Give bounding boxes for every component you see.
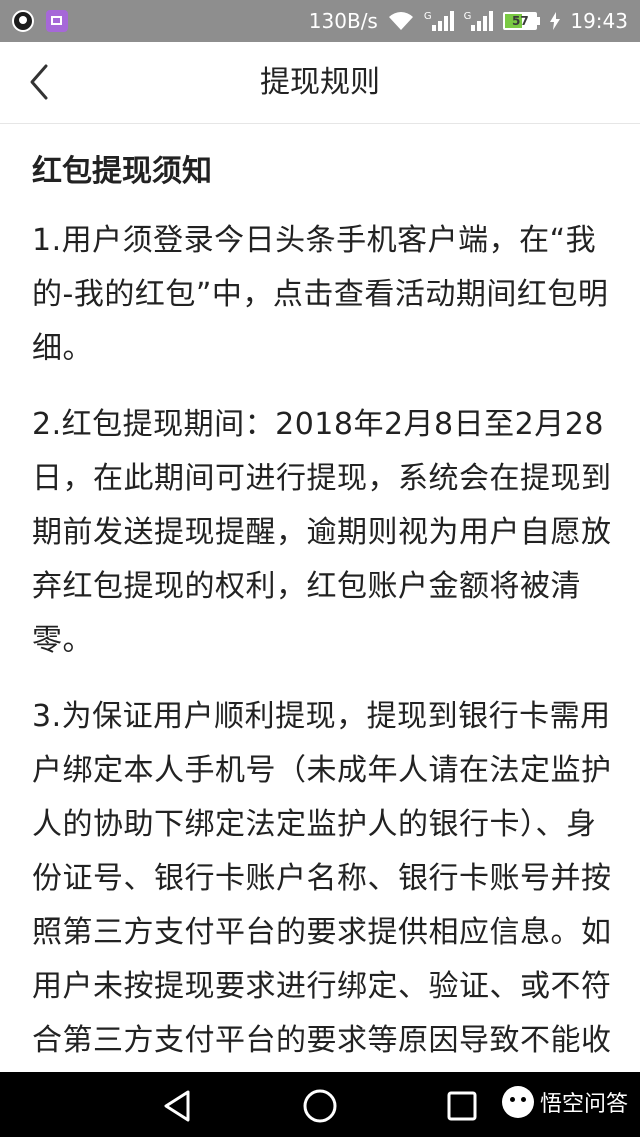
status-bar: 130B/s G G 57 19:43 <box>0 0 640 42</box>
signal-sim1-icon <box>431 11 454 31</box>
sim1-label: G <box>423 11 432 22</box>
watermark: 悟空问答 <box>501 1086 628 1118</box>
clock: 19:43 <box>570 9 628 33</box>
app-header: 提现规则 <box>0 42 640 124</box>
rule-paragraph-1: 1.用户须登录今日头条手机客户端，在“我的-我的红包”中，点击查看活动期间红包明… <box>32 223 609 366</box>
rule-paragraph-3: 3.为保证用户顺利提现，提现到银行卡需用户绑定本人手机号（未成年人请在法定监护人… <box>32 699 612 1058</box>
battery-icon: 57 <box>503 12 541 30</box>
gallery-notification-icon <box>46 10 68 32</box>
wifi-icon <box>388 12 413 30</box>
nav-home-button[interactable] <box>300 1086 340 1126</box>
wukong-logo-icon <box>501 1086 534 1118</box>
watermark-text: 悟空问答 <box>539 1092 628 1117</box>
network-speed: 130B/s <box>308 9 378 33</box>
rule-paragraph-2: 2.红包提现期间：2018年2月8日至2月28日，在此期间可进行提现，系统会在提… <box>32 407 612 658</box>
rules-content[interactable]: 红包提现须知 1.用户须登录今日头条手机客户端，在“我的-我的红包”中，点击查看… <box>32 124 614 1072</box>
triangle-back-icon <box>164 1090 190 1122</box>
battery-level: 57 <box>512 14 529 28</box>
qq-notification-icon <box>12 10 34 32</box>
sim2-label: G <box>463 11 472 22</box>
nav-back-button[interactable] <box>158 1086 198 1126</box>
square-recents-icon <box>447 1091 477 1121</box>
charging-icon <box>550 12 561 30</box>
system-nav-bar: 悟空问答 <box>0 1072 640 1137</box>
circle-home-icon <box>303 1089 337 1123</box>
page-title: 提现规则 <box>260 65 380 100</box>
nav-recents-button[interactable] <box>442 1086 482 1126</box>
section-title: 红包提现须知 <box>32 154 212 189</box>
signal-sim2-icon <box>471 11 494 31</box>
